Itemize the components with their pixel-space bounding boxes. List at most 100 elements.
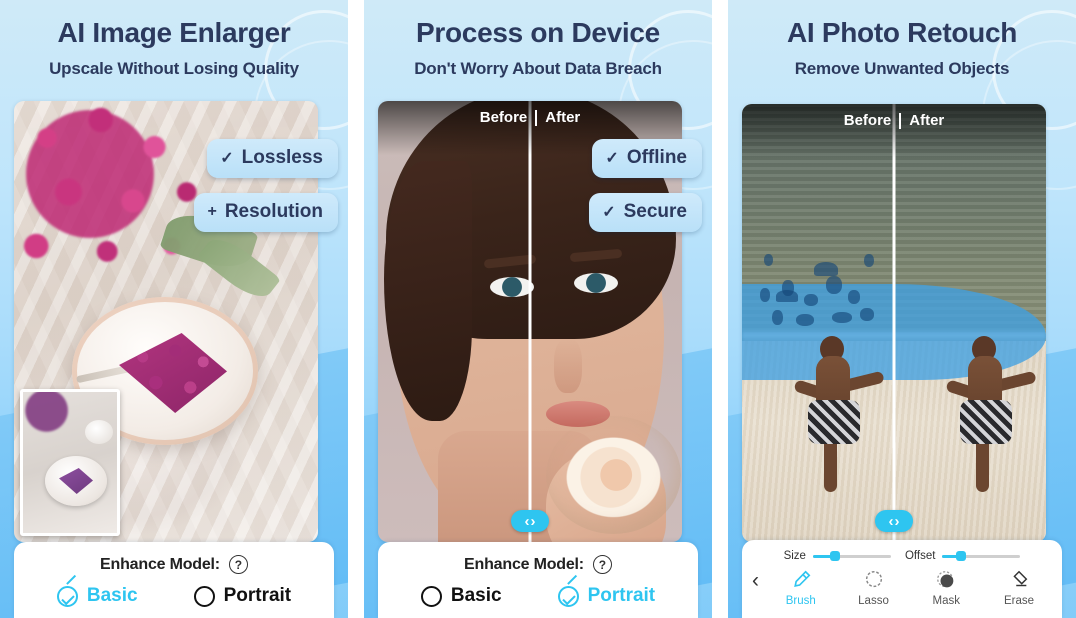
size-slider-track[interactable] xyxy=(812,551,891,561)
back-chevron-icon[interactable]: ‹ xyxy=(752,570,759,607)
label-separator xyxy=(899,113,902,129)
chevron-right-icon: › xyxy=(894,512,900,530)
hair-side-shape xyxy=(384,161,472,421)
tool-mask[interactable]: Mask xyxy=(915,568,977,607)
rose-flower xyxy=(546,416,681,534)
enhance-model-label: Enhance Model: xyxy=(464,555,584,573)
nose-shape xyxy=(554,339,582,393)
option-portrait[interactable]: Portrait xyxy=(193,585,292,607)
before-after-drag-handle[interactable]: ‹ › xyxy=(875,510,913,532)
chevron-left-icon: ‹ xyxy=(524,512,530,530)
panel-ai-image-enlarger: AI Image Enlarger Upscale Without Losing… xyxy=(0,0,348,618)
option-label: Basic xyxy=(86,585,138,606)
tool-label: Lasso xyxy=(858,595,889,607)
eye-left xyxy=(490,277,534,297)
offset-slider-label: Offset xyxy=(904,550,936,562)
eye-right xyxy=(574,273,618,293)
panel-header: Process on Device Don't Worry About Data… xyxy=(364,0,712,79)
crowd-figure xyxy=(826,276,842,294)
erase-icon xyxy=(1008,568,1030,592)
page-subtitle: Upscale Without Losing Quality xyxy=(49,59,299,78)
badge-label: Secure xyxy=(623,201,687,222)
enhance-model-card: Enhance Model: ? Basic Portrait xyxy=(378,542,698,618)
crowd-figure xyxy=(864,254,874,267)
enhance-model-row: Enhance Model: ? xyxy=(378,555,698,574)
tool-lasso[interactable]: Lasso xyxy=(843,568,905,607)
option-basic[interactable]: Basic xyxy=(420,585,502,607)
size-slider-label: Size xyxy=(783,550,806,562)
badge-label: Lossless xyxy=(241,147,323,168)
beach-umbrella xyxy=(814,262,838,276)
after-label: After xyxy=(909,112,945,129)
radio-unchecked-icon xyxy=(420,585,442,607)
preview-image-card[interactable]: Before After ‹ › xyxy=(742,104,1046,542)
brush-icon xyxy=(790,568,812,592)
panel-header: AI Photo Retouch Remove Unwanted Objects xyxy=(728,0,1076,79)
chevron-left-icon: ‹ xyxy=(888,512,894,530)
before-after-divider xyxy=(528,101,532,542)
slider-row: Size Offset xyxy=(742,550,1062,562)
badge-resolution: + Resolution xyxy=(194,193,338,232)
runner-shorts-before xyxy=(808,400,860,444)
tool-label: Brush xyxy=(785,595,816,607)
offset-slider[interactable]: Offset xyxy=(904,550,1021,562)
radio-checked-icon xyxy=(56,585,78,607)
crowd-figure xyxy=(764,254,773,266)
before-after-label-bar: Before After xyxy=(742,104,1046,158)
label-separator xyxy=(535,110,538,126)
badge-offline: ✓ Offline xyxy=(592,139,702,178)
panel-header: AI Image Enlarger Upscale Without Losing… xyxy=(0,0,348,79)
page-subtitle: Don't Worry About Data Breach xyxy=(414,59,662,78)
size-slider-knob[interactable] xyxy=(830,551,841,561)
chevron-right-icon: › xyxy=(530,512,536,530)
retouch-toolbar-card: Size Offset ‹ Brush Lasso Mask Erase xyxy=(742,540,1062,618)
feature-badge-list: ✓ Offline ✓ Secure xyxy=(589,139,702,232)
enhance-model-label: Enhance Model: xyxy=(100,555,220,573)
tool-label: Erase xyxy=(1003,595,1035,607)
question-mark-icon[interactable]: ? xyxy=(228,555,248,574)
crowd-figure xyxy=(796,314,814,326)
page-title: AI Image Enlarger xyxy=(57,17,291,48)
panel-ai-photo-retouch: AI Photo Retouch Remove Unwanted Objects xyxy=(728,0,1076,618)
badge-label: Resolution xyxy=(224,201,323,222)
enhance-model-options: Basic Portrait xyxy=(14,585,334,607)
before-label: Before xyxy=(843,112,892,129)
lasso-icon xyxy=(863,568,885,592)
thumbnail-flowers xyxy=(23,392,91,444)
before-after-drag-handle[interactable]: ‹ › xyxy=(511,510,549,532)
check-icon: ✓ xyxy=(602,204,616,221)
offset-slider-knob[interactable] xyxy=(956,551,967,561)
beach-umbrella xyxy=(776,290,798,302)
mask-icon xyxy=(935,568,957,592)
question-mark-icon[interactable]: ? xyxy=(592,555,612,574)
crowd-figure xyxy=(832,312,852,323)
badge-label: Offline xyxy=(626,147,687,168)
check-icon: ✓ xyxy=(605,150,619,167)
enhance-model-options: Basic Portrait xyxy=(378,585,698,607)
runner-shorts-after xyxy=(960,400,1012,444)
plus-icon: + xyxy=(207,203,217,220)
screenshot-gallery: AI Image Enlarger Upscale Without Losing… xyxy=(0,0,1076,618)
badge-secure: ✓ Secure xyxy=(589,193,702,232)
option-label: Portrait xyxy=(223,585,292,606)
crowd-figure xyxy=(860,308,874,321)
size-slider[interactable]: Size xyxy=(784,550,891,562)
page-title: Process on Device xyxy=(416,17,660,48)
tool-brush[interactable]: Brush xyxy=(770,568,832,607)
radio-checked-icon xyxy=(557,585,579,607)
before-after-divider xyxy=(892,104,896,542)
crowd-figure xyxy=(772,310,783,325)
page-title: AI Photo Retouch xyxy=(786,17,1018,48)
original-thumbnail-inset[interactable] xyxy=(20,389,120,536)
check-icon: ✓ xyxy=(220,150,234,167)
option-basic[interactable]: Basic xyxy=(56,585,138,607)
tool-label: Mask xyxy=(932,595,960,607)
radio-unchecked-icon xyxy=(193,585,215,607)
thumbnail-cup xyxy=(85,420,113,444)
feature-badge-list: ✓ Lossless + Resolution xyxy=(194,139,338,232)
option-portrait[interactable]: Portrait xyxy=(557,585,655,607)
enhance-model-row: Enhance Model: ? xyxy=(14,555,334,574)
offset-slider-track[interactable] xyxy=(942,551,1021,561)
tool-erase[interactable]: Erase xyxy=(988,568,1050,607)
enhance-model-card: Enhance Model: ? Basic Portrait xyxy=(14,542,334,618)
